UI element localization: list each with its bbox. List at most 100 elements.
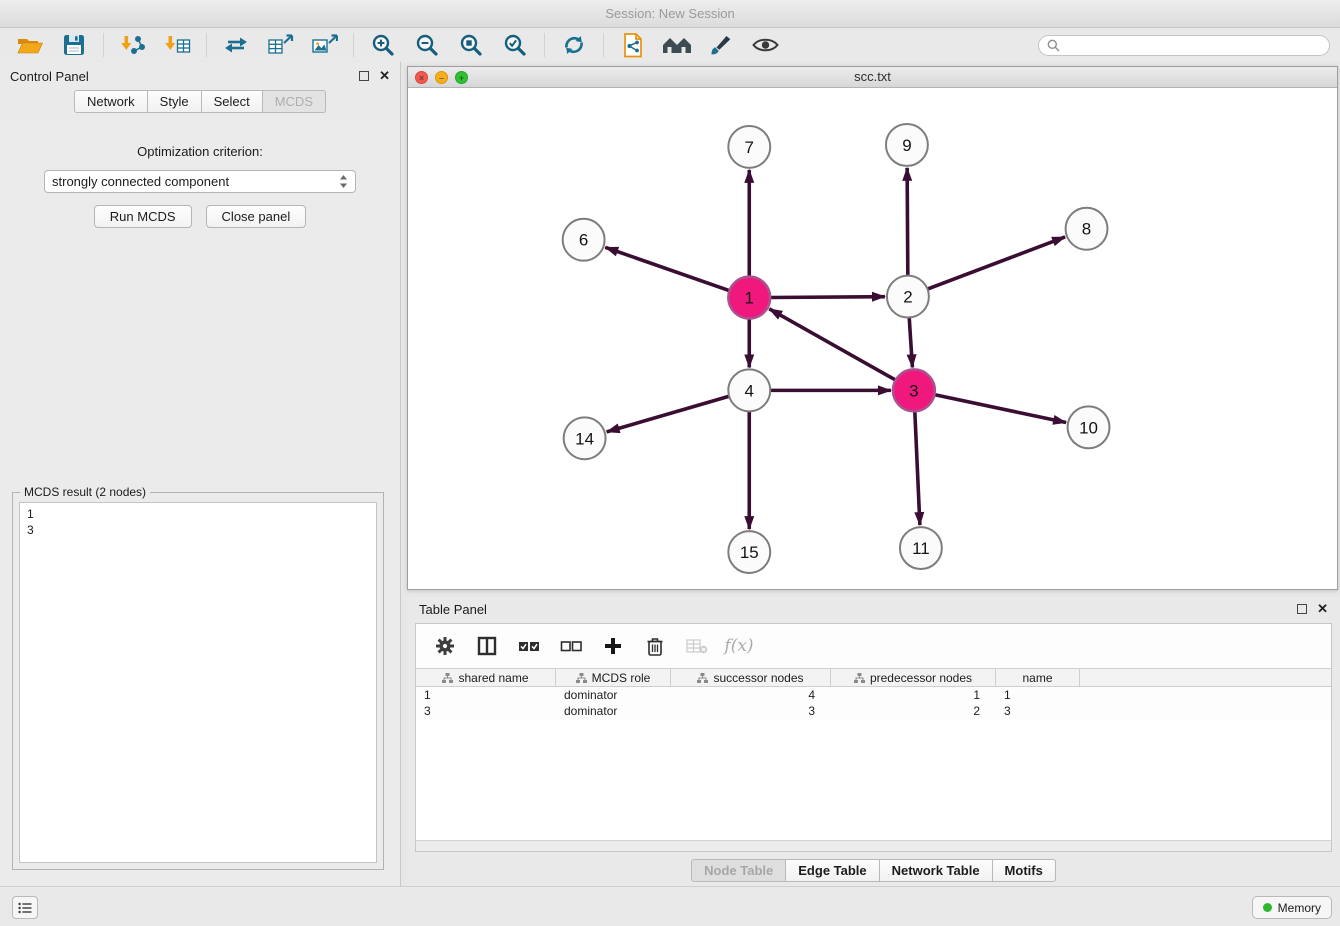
memory-button[interactable]: Memory [1252,896,1332,919]
document-share-button[interactable] [613,30,653,60]
float-panel-icon[interactable] [359,71,369,81]
edge-3-10[interactable] [934,395,1066,423]
network-view-window: × – + scc.txt 7 9 6 8 1 2 4 3 14 10 15 11 [407,66,1338,590]
graph-node-4[interactable]: 4 [728,369,770,411]
column-header-name[interactable]: name [996,669,1080,686]
eye-button[interactable] [745,30,785,60]
close-panel-icon[interactable]: ✕ [379,71,390,81]
tab-mcds[interactable]: MCDS [263,90,326,113]
export-image-button[interactable] [304,30,344,60]
cell-predecessor-nodes[interactable]: 1 [831,687,996,703]
maximize-window-button[interactable]: + [455,71,468,84]
column-selector-icon [477,636,497,656]
edge-2-9[interactable] [907,168,908,276]
cell-successor-nodes[interactable]: 3 [671,703,831,719]
optimization-criterion-dropdown[interactable]: strongly connected component [44,170,356,193]
table-empty-area [416,719,1331,840]
mcds-result-groupbox: MCDS result (2 nodes) 1 3 [12,492,384,870]
edge-3-1[interactable] [769,309,895,380]
tab-select[interactable]: Select [202,90,263,113]
close-table-panel-icon[interactable]: ✕ [1317,604,1328,614]
table-panel-title: Table Panel [419,602,1287,617]
cell-name[interactable]: 3 [996,703,1080,719]
import-network-button[interactable] [113,30,153,60]
import-table-button[interactable] [157,30,197,60]
cell-mcds-role[interactable]: dominator [556,687,671,703]
tab-style[interactable]: Style [148,90,202,113]
edge-3-11[interactable] [915,411,920,525]
graph-node-3[interactable]: 3 [893,369,935,411]
column-header-shared-name[interactable]: shared name [416,669,556,686]
tab-node-table[interactable]: Node Table [691,859,786,882]
export-network-button[interactable] [216,30,256,60]
export-network-icon [224,35,248,55]
table-panel-header: Table Panel ✕ [407,597,1340,621]
close-panel-button[interactable]: Close panel [206,205,307,228]
save-session-button[interactable] [54,30,94,60]
cell-predecessor-nodes[interactable]: 2 [831,703,996,719]
select-all-button[interactable] [516,633,542,659]
edge-4-14[interactable] [607,396,729,432]
column-header-successor-nodes[interactable]: successor nodes [671,669,831,686]
edge-2-3[interactable] [909,318,912,368]
cell-shared-name[interactable]: 3 [416,703,556,719]
float-table-panel-icon[interactable] [1297,604,1307,614]
column-label: predecessor nodes [870,671,972,685]
layout-home-button[interactable] [657,30,697,60]
graph-node-8[interactable]: 8 [1066,208,1108,250]
column-label: MCDS role [592,671,651,685]
network-graph[interactable]: 7 9 6 8 1 2 4 3 14 10 15 11 [408,88,1337,589]
graph-node-11[interactable]: 11 [900,527,942,569]
zoom-in-button[interactable] [363,30,403,60]
export-table-button[interactable] [260,30,300,60]
tab-edge-table[interactable]: Edge Table [786,859,879,882]
column-selector-button[interactable] [474,633,500,659]
table-horizontal-scrollbar[interactable] [416,840,1331,851]
zoom-selected-icon [503,33,527,57]
table-header-row: shared name MCDS role successor nodes pr… [416,668,1331,687]
graph-node-15[interactable]: 15 [728,531,770,573]
cell-mcds-role[interactable]: dominator [556,703,671,719]
paintbrush-button[interactable] [701,30,741,60]
table-row[interactable]: 1 dominator 4 1 1 [416,687,1331,703]
cell-name[interactable]: 1 [996,687,1080,703]
add-row-button[interactable] [600,633,626,659]
task-history-button[interactable] [12,896,38,919]
delete-row-button[interactable] [642,633,668,659]
close-window-button[interactable]: × [415,71,428,84]
graph-node-9[interactable]: 9 [886,124,928,166]
delete-table-button[interactable] [684,633,710,659]
zoom-fit-button[interactable] [451,30,491,60]
hierarchy-icon [442,673,453,683]
graph-node-7[interactable]: 7 [728,126,770,168]
graph-node-6[interactable]: 6 [563,219,605,261]
edge-1-6[interactable] [605,247,729,290]
zoom-selected-button[interactable] [495,30,535,60]
run-mcds-button[interactable]: Run MCDS [94,205,192,228]
column-header-predecessor-nodes[interactable]: predecessor nodes [831,669,996,686]
graph-node-2[interactable]: 2 [887,276,929,318]
table-settings-button[interactable] [432,633,458,659]
cell-successor-nodes[interactable]: 4 [671,687,831,703]
cell-shared-name[interactable]: 1 [416,687,556,703]
deselect-all-button[interactable] [558,633,584,659]
toolbar-search[interactable] [1038,35,1330,56]
zoom-out-button[interactable] [407,30,447,60]
tab-network[interactable]: Network [74,90,148,113]
network-window-titlebar[interactable]: × – + scc.txt [408,67,1337,88]
graph-node-14[interactable]: 14 [564,417,606,459]
function-builder-button[interactable]: f(x) [726,633,752,659]
table-row[interactable]: 3 dominator 3 2 3 [416,703,1331,719]
open-folder-button[interactable] [10,30,50,60]
edge-2-8[interactable] [927,237,1065,289]
search-input[interactable] [1065,38,1321,52]
graph-node-10[interactable]: 10 [1068,406,1110,448]
refresh-button[interactable] [554,30,594,60]
column-header-mcds-role[interactable]: MCDS role [556,669,671,686]
network-canvas[interactable]: 7 9 6 8 1 2 4 3 14 10 15 11 [408,88,1337,589]
tab-network-table[interactable]: Network Table [880,859,993,882]
graph-node-1[interactable]: 1 [728,277,770,319]
edge-1-2[interactable] [770,297,885,298]
minimize-window-button[interactable]: – [435,71,448,84]
tab-motifs[interactable]: Motifs [993,859,1056,882]
